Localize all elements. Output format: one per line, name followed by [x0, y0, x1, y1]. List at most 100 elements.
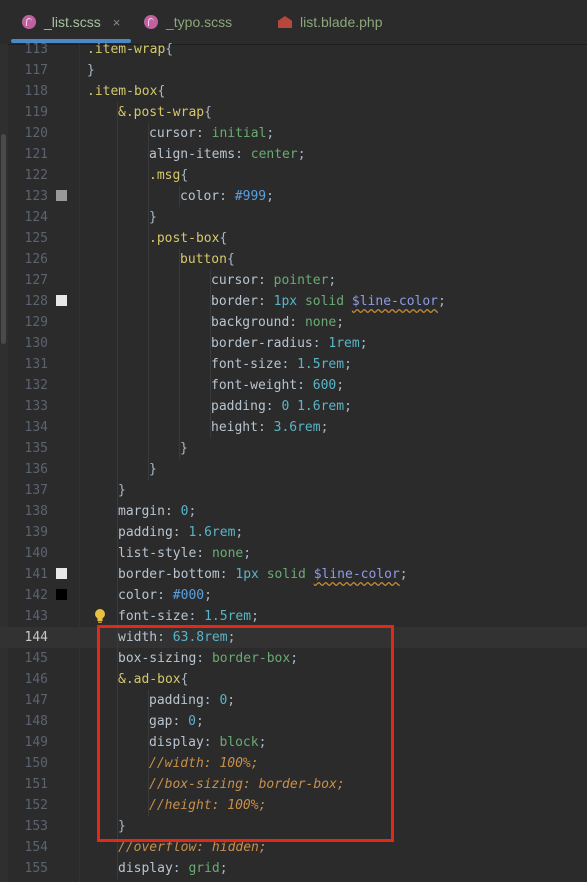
code-line[interactable]: 125 .post-box{	[0, 228, 587, 249]
code-token: ;	[227, 693, 236, 708]
indent-guide	[148, 333, 149, 354]
code-text: align-items: center;	[149, 144, 306, 165]
code-line[interactable]: 120 cursor: initial;	[0, 123, 587, 144]
code-line[interactable]: 137}	[0, 480, 587, 501]
code-token: grid	[188, 861, 220, 876]
color-swatch-icon[interactable]	[56, 295, 67, 306]
code-line[interactable]: 124}	[0, 207, 587, 228]
code-line[interactable]: 139 padding: 1.6rem;	[0, 522, 587, 543]
code-token: border-bottom	[118, 567, 220, 582]
code-line[interactable]: 150 //width: 100%;	[0, 753, 587, 774]
line-number: 144	[24, 630, 48, 645]
line-number: 138	[24, 504, 48, 519]
code-line[interactable]: 132 font-weight: 600;	[0, 375, 587, 396]
code-line[interactable]: 135}	[0, 438, 587, 459]
code-line[interactable]: 141 border-bottom: 1px solid $line-color;	[0, 564, 587, 585]
code-token: :	[195, 126, 212, 141]
indent-guide	[179, 354, 180, 375]
indent-guide	[117, 123, 118, 144]
tab-label: _list.scss	[44, 14, 101, 30]
code-token: :	[157, 630, 173, 645]
code-token: 1.5rem	[204, 609, 252, 624]
code-line[interactable]: 153}	[0, 816, 587, 837]
code-line[interactable]: 148 gap: 0;	[0, 711, 587, 732]
code-line[interactable]: 133 padding: 0 1.6rem;	[0, 396, 587, 417]
code-line[interactable]: 145 box-sizing: border-box;	[0, 648, 587, 669]
code-token: ;	[266, 189, 274, 204]
code-line[interactable]: 131 font-size: 1.5rem;	[0, 354, 587, 375]
code-token: ;	[251, 609, 259, 624]
code-line[interactable]: 128 border: 1px solid $line-color;	[0, 291, 587, 312]
close-tab-icon[interactable]: ×	[113, 15, 121, 30]
code-line[interactable]: 119 &.post-wrap{	[0, 102, 587, 123]
line-number: 127	[24, 273, 48, 288]
code-token: :	[297, 378, 313, 393]
code-token: 1.6rem	[188, 525, 236, 540]
code-line[interactable]: 138 margin: 0;	[0, 501, 587, 522]
code-token: ;	[320, 420, 329, 435]
php-file-icon	[278, 16, 292, 28]
line-number: 132	[24, 378, 48, 393]
tab-typo-scss[interactable]: _typo.scss	[144, 0, 232, 44]
code-line[interactable]: 127 cursor: pointer;	[0, 270, 587, 291]
code-token: ;	[243, 546, 252, 561]
line-number: 128	[24, 294, 48, 309]
code-token: box-sizing	[118, 651, 197, 666]
code-line[interactable]: 126 button{	[0, 249, 587, 270]
color-swatch-icon[interactable]	[56, 568, 67, 579]
code-line[interactable]: 152 //height: 100%;	[0, 795, 587, 816]
code-token: }	[118, 819, 126, 834]
code-line[interactable]: 121 align-items: center;	[0, 144, 587, 165]
lightbulb-icon[interactable]	[94, 608, 106, 624]
code-line[interactable]: 151 //box-sizing: border-box;	[0, 774, 587, 795]
code-line[interactable]: 149 display: block;	[0, 732, 587, 753]
line-number: 129	[24, 315, 48, 330]
code-token: }	[149, 210, 157, 225]
code-line[interactable]: 130 border-radius: 1rem;	[0, 333, 587, 354]
code-text: //box-sizing: border-box;	[149, 774, 345, 795]
code-text: cursor: initial;	[149, 123, 274, 144]
code-line[interactable]: 136}	[0, 459, 587, 480]
code-token: display	[149, 735, 204, 750]
indent-guide	[148, 186, 149, 207]
code-token: height	[211, 420, 258, 435]
code-text: padding: 1.6rem;	[118, 522, 243, 543]
tab-list-blade-php[interactable]: list.blade.php	[278, 0, 383, 44]
code-text: //width: 100%;	[149, 753, 259, 774]
color-swatch-icon[interactable]	[56, 190, 67, 201]
code-line[interactable]: 155 display: grid;	[0, 858, 587, 879]
code-line[interactable]: 113 .item-wrap{	[0, 39, 587, 60]
line-number: 131	[24, 357, 48, 372]
code-token: list-style	[118, 546, 197, 561]
line-number: 149	[24, 735, 48, 750]
code-line[interactable]: 134 height: 3.6rem;	[0, 417, 587, 438]
line-number: 130	[24, 336, 48, 351]
code-line[interactable]: 147 padding: 0;	[0, 690, 587, 711]
code-line[interactable]: 129 background: none;	[0, 312, 587, 333]
code-line[interactable]: 140 list-style: none;	[0, 543, 587, 564]
code-token: :	[257, 273, 274, 288]
code-line[interactable]: 146 &.ad-box{	[0, 669, 587, 690]
code-line[interactable]: 154 //overflow: hidden;	[0, 837, 587, 858]
code-text: }	[118, 816, 126, 837]
code-line[interactable]: 142 color: #000;	[0, 585, 587, 606]
code-line[interactable]: 123 color: #999;	[0, 186, 587, 207]
code-line[interactable]: 118 .item-box{	[0, 81, 587, 102]
code-token: solid	[304, 294, 345, 309]
code-token: :	[203, 735, 220, 750]
code-text: display: block;	[149, 732, 266, 753]
tab-list-scss[interactable]: _list.scss ×	[22, 0, 120, 44]
indent-guide	[117, 417, 118, 438]
code-token: &.ad-box	[118, 672, 181, 687]
code-line[interactable]: 117}	[0, 60, 587, 81]
code-token: }	[180, 441, 188, 456]
color-swatch-icon[interactable]	[56, 589, 67, 600]
code-line[interactable]: 143 font-size: 1.5rem;	[0, 606, 587, 627]
indent-guide	[117, 774, 118, 795]
code-token: ;	[328, 273, 337, 288]
code-line[interactable]: 122 .msg{	[0, 165, 587, 186]
code-line[interactable]: 144 width: 63.8rem;	[0, 627, 587, 648]
indent-guide	[117, 249, 118, 270]
